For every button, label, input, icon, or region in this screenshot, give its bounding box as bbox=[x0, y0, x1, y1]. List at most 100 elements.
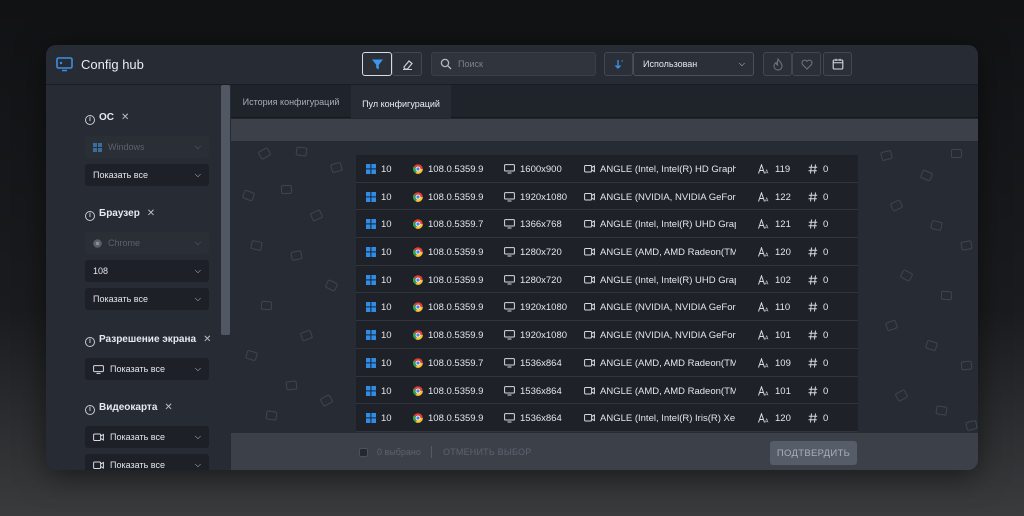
pattern-shape bbox=[965, 419, 978, 432]
gpu-icon bbox=[584, 386, 595, 394]
pattern-shape bbox=[960, 360, 973, 371]
config-row[interactable]: 10 108.0.5359.9 1280x720 ANGLE (AMD, AMD Ra… bbox=[356, 238, 858, 266]
fonts-count: 102 bbox=[775, 274, 791, 286]
hash-count: 0 bbox=[823, 385, 829, 397]
gpu-icon bbox=[584, 220, 595, 228]
resolution-value: 1920x1080 bbox=[520, 302, 568, 314]
pattern-shape bbox=[889, 199, 904, 212]
chevron-down-icon: ⌵ bbox=[194, 364, 201, 373]
svg-text:A: A bbox=[765, 363, 769, 368]
chevron-down-icon: ⌵ bbox=[194, 294, 201, 303]
browser-version: 108.0.5359.9 bbox=[428, 164, 484, 175]
font-icon: A bbox=[758, 247, 769, 257]
gpu-cell: ANGLE (NVIDIA, NVIDIA GeForce bbox=[584, 192, 736, 203]
hash-icon bbox=[808, 413, 818, 423]
clear-browser-icon[interactable]: ✕ bbox=[147, 208, 155, 219]
pattern-shape bbox=[884, 319, 899, 332]
tab-pool[interactable]: Пул конфигураций bbox=[351, 85, 451, 118]
sort-select[interactable]: Использован ⌵ bbox=[633, 52, 754, 76]
config-row[interactable]: 10 108.0.5359.9 1920x1080 ANGLE (NVIDIA, NV… bbox=[356, 182, 858, 211]
search-field[interactable] bbox=[431, 52, 596, 76]
config-row[interactable]: 10 108.0.5359.9 1600x900 ANGLE (Intel, Inte… bbox=[356, 155, 858, 183]
config-row[interactable]: 10 108.0.5359.9 1920x1080 ANGLE (NVIDIA, NV… bbox=[356, 293, 858, 322]
clear-os-icon[interactable]: ✕ bbox=[121, 112, 129, 123]
resolution-cell: 1280x720 bbox=[504, 275, 578, 286]
config-row[interactable]: 10 108.0.5359.9 1920x1080 ANGLE (NVIDIA, NV… bbox=[356, 321, 858, 349]
hash-icon bbox=[808, 358, 818, 368]
os-cell: 10 bbox=[366, 413, 406, 424]
browser-version-select[interactable]: 108 ⌵ bbox=[85, 260, 209, 282]
fonts-cell: A 119 bbox=[758, 164, 800, 175]
gpu-icon bbox=[584, 358, 595, 367]
browser-cell: 108.0.5359.7 bbox=[413, 219, 489, 230]
fonts-count: 101 bbox=[775, 330, 791, 342]
selected-count: 0 выбрано bbox=[377, 447, 421, 457]
os-version-select[interactable]: Показать все ⌵ bbox=[85, 164, 209, 186]
select-all-checkbox[interactable] bbox=[359, 448, 368, 457]
config-row[interactable]: 10 108.0.5359.9 1280x720 ANGLE (Intel, Inte… bbox=[356, 265, 858, 294]
browser-version: 108.0.5359.9 bbox=[428, 385, 484, 397]
config-row[interactable]: 10 108.0.5359.9 1536x864 ANGLE (AMD, AMD Ra… bbox=[356, 376, 858, 405]
gpu-vendor-select[interactable]: Показать все ⌵ bbox=[85, 426, 209, 448]
windows-icon bbox=[366, 274, 376, 285]
favorite-button[interactable] bbox=[792, 52, 821, 76]
gpu-icon bbox=[584, 165, 595, 173]
font-icon: A bbox=[758, 274, 769, 285]
browser-version: 108.0.5359.9 bbox=[428, 302, 484, 314]
resolution-value: 1600x900 bbox=[520, 164, 562, 175]
config-pool-area: 10 108.0.5359.9 1600x900 ANGLE (Intel, Inte… bbox=[231, 141, 978, 433]
svg-text:A: A bbox=[765, 336, 769, 341]
filter-button[interactable] bbox=[362, 52, 392, 76]
hash-count: 0 bbox=[823, 357, 829, 369]
chrome-icon bbox=[413, 385, 423, 396]
config-row[interactable]: 10 108.0.5359.7 1366x768 ANGLE (Intel, Inte… bbox=[356, 210, 858, 239]
monitor-icon bbox=[504, 274, 515, 285]
pattern-shape bbox=[244, 349, 259, 362]
windows-icon bbox=[366, 413, 376, 424]
clear-filter-button[interactable] bbox=[392, 52, 422, 76]
svg-text:A: A bbox=[765, 197, 769, 202]
browser-select[interactable]: Chrome ⌵ bbox=[85, 232, 209, 254]
sort-direction-button[interactable] bbox=[604, 52, 633, 76]
clear-gpu-icon[interactable]: ✕ bbox=[164, 402, 172, 413]
confirm-button[interactable]: ПОДТВЕРДИТЬ bbox=[770, 441, 857, 465]
chrome-icon bbox=[413, 219, 423, 230]
os-select[interactable]: Windows ⌵ bbox=[85, 136, 209, 158]
chrome-icon bbox=[413, 274, 423, 285]
pattern-shape bbox=[950, 148, 963, 159]
gpu-value: ANGLE (NVIDIA, NVIDIA GeForce bbox=[600, 191, 736, 203]
fonts-cell: A 110 bbox=[758, 302, 800, 313]
browser-build-select[interactable]: Показать все ⌵ bbox=[85, 288, 209, 310]
gpu-model-select[interactable]: Показать все ⌵ bbox=[85, 454, 209, 470]
clear-resolution-icon[interactable]: ✕ bbox=[203, 334, 211, 345]
calendar-button[interactable] bbox=[823, 52, 852, 76]
fonts-count: 121 bbox=[775, 219, 791, 231]
os-cell: 10 bbox=[366, 357, 406, 369]
sidebar-scrollbar[interactable] bbox=[221, 85, 230, 335]
tab-history[interactable]: История конфигураций bbox=[231, 85, 351, 118]
browser-version: 108.0.5359.9 bbox=[428, 413, 484, 425]
resolution-value: 1920x1080 bbox=[520, 330, 568, 342]
browser-cell: 108.0.5359.9 bbox=[413, 330, 489, 341]
pattern-shape bbox=[880, 149, 893, 162]
sort-arrow-icon bbox=[614, 60, 623, 69]
eraser-icon bbox=[402, 59, 413, 70]
hash-icon bbox=[808, 330, 818, 340]
config-row[interactable]: 10 108.0.5359.9 1536x864 ANGLE (Intel, Inte… bbox=[356, 404, 858, 432]
font-icon: A bbox=[758, 302, 769, 312]
search-input[interactable] bbox=[458, 56, 590, 72]
hash-icon bbox=[808, 302, 818, 312]
pattern-shape bbox=[260, 300, 273, 311]
filter-section-os: i ОС ✕ bbox=[85, 112, 129, 125]
pattern-shape bbox=[935, 405, 948, 416]
flame-button[interactable] bbox=[763, 52, 792, 76]
resolution-select[interactable]: Показать все ⌵ bbox=[85, 358, 209, 380]
fonts-cell: A 109 bbox=[758, 357, 800, 369]
cancel-selection-link[interactable]: ОТМЕНИТЬ ВЫБОР bbox=[443, 447, 531, 457]
monitor-icon bbox=[504, 219, 515, 229]
os-version: 10 bbox=[381, 302, 392, 314]
config-row[interactable]: 10 108.0.5359.7 1536x864 ANGLE (AMD, AMD Ra… bbox=[356, 348, 858, 377]
browser-version: 108.0.5359.7 bbox=[428, 357, 484, 369]
chevron-down-icon: ⌵ bbox=[194, 238, 201, 247]
font-icon: A bbox=[758, 191, 769, 202]
